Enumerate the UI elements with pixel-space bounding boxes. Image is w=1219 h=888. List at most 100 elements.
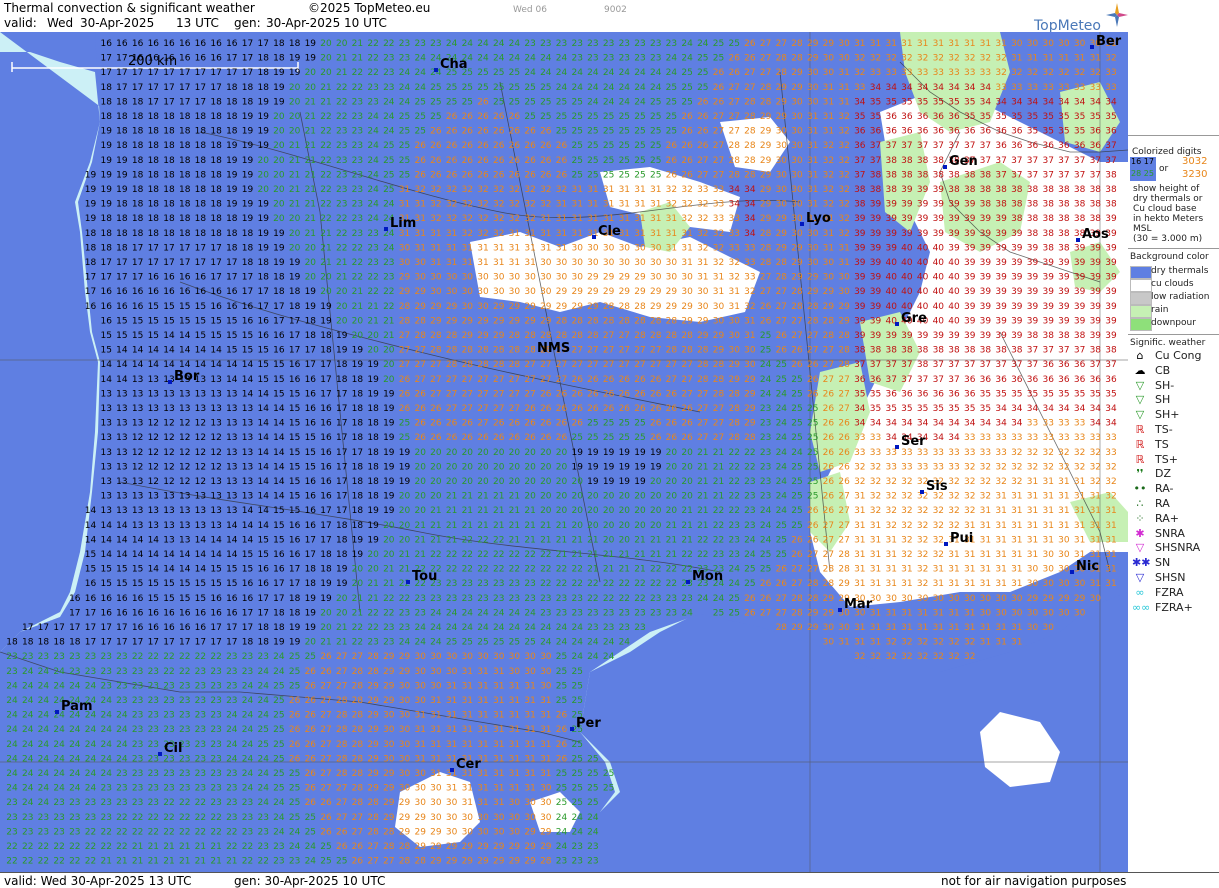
thermal-value: 30 [493,813,505,823]
thermal-value: 14 [257,462,269,472]
thermal-value: 23 [414,608,425,618]
thermal-value: 28 [367,813,379,823]
thermal-value: 26 [524,127,536,137]
thermal-value: 37 [917,141,928,151]
thermal-value: 37 [1058,346,1069,356]
thermal-value: 23 [571,39,582,49]
thermal-value: 25 [681,97,692,107]
thermal-value: 39 [1058,302,1070,312]
thermal-value: 25 [571,784,582,794]
thermal-value: 27 [399,331,410,341]
thermal-value: 20 [524,492,536,502]
thermal-value: 23 [666,594,677,604]
thermal-value: 39 [1105,258,1117,268]
thermal-value: 32 [901,492,912,502]
thermal-value: 30 [995,608,1007,618]
thermal-value: 31 [571,200,582,210]
thermal-value: 29 [807,273,819,283]
thermal-value: 18 [132,112,144,122]
thermal-value: 34 [870,83,882,93]
thermal-value: 37 [1027,170,1038,180]
thermal-value: 30 [430,813,442,823]
thermal-value: 23 [148,754,159,764]
thermal-value: 16 [210,54,222,64]
thermal-value: 23 [69,813,80,823]
thermal-value: 26 [807,535,819,545]
thermal-value: 22 [462,565,473,575]
thermal-value: 19 [320,594,332,604]
thermal-value: 17 [320,389,331,399]
thermal-value: 32 [1074,448,1085,458]
thermal-value: 21 [352,608,363,618]
thermal-value: 23 [257,842,268,852]
thermal-value: 32 [509,200,520,210]
thermal-value: 31 [980,550,991,560]
forecast-map[interactable]: 200 km 16 16 16 16 16 16 16 16 16 17 17 18 18 19 20 20 2… [0,32,1128,872]
thermal-value: 23 [242,652,253,662]
thermal-value: 22 [320,141,331,151]
thermal-value: 23 [352,97,363,107]
thermal-value: 30 [509,287,521,297]
thermal-value: 24 [587,827,599,837]
thermal-value: 25 [257,740,268,750]
thermal-value: 29 [430,857,442,867]
thermal-value: 12 [179,477,190,487]
thermal-value: 20 [556,448,568,458]
thermal-value: 19 [100,170,112,180]
thermal-value: 25 [477,83,488,93]
thermal-value: 18 [320,346,332,356]
thermal-value: 38 [1042,185,1054,195]
thermal-value: 32 [1090,68,1101,78]
thermal-value: 30 [791,156,803,166]
thermal-value: 32 [933,638,944,648]
thermal-value: 22 [383,608,394,618]
thermal-value: 37 [1027,156,1038,166]
thermal-value: 21 [697,462,708,472]
thermal-value: 38 [901,346,913,356]
thermal-value: 24 [760,389,772,399]
thermal-value: 18 [289,608,301,618]
thermal-value: 38 [1090,214,1102,224]
thermal-value: 31 [948,39,959,49]
thermal-value: 25 [430,83,441,93]
thermal-value: 38 [1027,331,1039,341]
legend-wx-label: FZRA+ [1155,601,1193,614]
thermal-value: 29 [556,302,568,312]
thermal-value: 26 [305,784,317,794]
thermal-value: 21 [100,857,111,867]
thermal-value: 28 [462,360,474,370]
thermal-value: 21 [477,506,488,516]
thermal-value: 27 [807,565,818,575]
thermal-value: 24 [603,97,615,107]
thermal-value: 34 [1042,97,1054,107]
thermal-value: 31 [1105,579,1116,589]
thermal-value: 32 [1027,68,1038,78]
thermal-value: 23 [634,623,645,633]
thermal-value: 38 [917,360,929,370]
thermal-value: 28 [776,68,788,78]
thermal-value: 12 [148,433,159,443]
thermal-value: 12 [179,433,190,443]
thermal-value: 31 [493,258,504,268]
thermal-value: 30 [1027,623,1039,633]
thermal-value: 30 [838,54,850,64]
thermal-value: 27 [446,375,457,385]
thermal-value: 32 [885,477,896,487]
city-marker-icon [1076,238,1080,242]
thermal-value: 23 [666,39,677,49]
thermal-value: 26 [666,141,678,151]
thermal-value: 37 [964,360,975,370]
thermal-value: 19 [320,316,332,326]
thermal-value: 24 [38,784,50,794]
thermal-value: 39 [995,302,1007,312]
thermal-value: 23 [132,740,143,750]
thermal-value: 20 [320,623,332,633]
thermal-value: 19 [383,404,395,414]
thermal-value: 20 [619,492,631,502]
thermal-value: 33 [728,214,739,224]
thermal-value: 40 [933,243,945,253]
thermal-value: 37 [1042,170,1053,180]
thermal-value: 27 [320,769,331,779]
thermal-value: 24 [22,667,34,677]
thermal-value: 27 [493,375,504,385]
